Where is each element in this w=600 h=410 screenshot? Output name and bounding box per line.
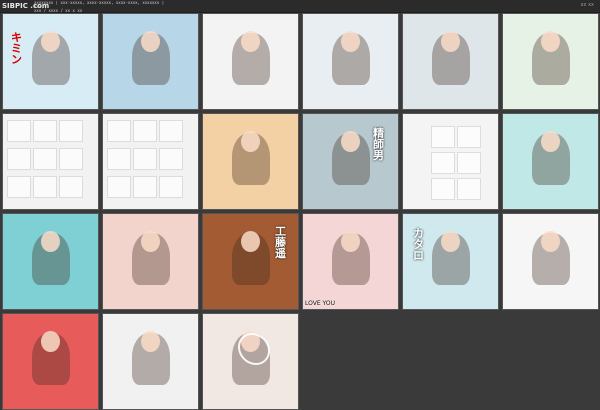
collage-tile [457, 126, 481, 148]
thumbnail-7[interactable] [2, 113, 99, 210]
person-face [541, 131, 560, 152]
collage-tile [33, 120, 57, 142]
collage-tile [7, 120, 31, 142]
thumbnail-20[interactable] [102, 313, 199, 410]
collage-tile [59, 148, 83, 170]
collage-tile [159, 176, 183, 198]
collage-tile [107, 176, 131, 198]
collage-tile [33, 148, 57, 170]
collage-tile [159, 120, 183, 142]
collage-tile [107, 120, 131, 142]
thumbnail-14[interactable] [102, 213, 199, 310]
person-face [41, 31, 60, 52]
person-face [341, 31, 360, 52]
collage-tile [431, 178, 455, 200]
person-face [441, 231, 460, 252]
person-face [241, 31, 260, 52]
collage-tile [431, 126, 455, 148]
thumbnail-2[interactable] [102, 13, 199, 110]
top-bar: SIBPIC .com xxxxxxxx [ xxx-xxxxx, xxxx-x… [0, 0, 600, 13]
thumbnail-5[interactable] [402, 13, 499, 110]
thumbnail-1[interactable]: キミン [2, 13, 99, 110]
thumbnail-10[interactable]: 精師男 [302, 113, 399, 210]
thumbnail-21[interactable] [202, 313, 299, 410]
thumbnail-12[interactable] [502, 113, 599, 210]
thumbnail-11[interactable] [402, 113, 499, 210]
thumbnail-3[interactable] [202, 13, 299, 110]
person-face [441, 31, 460, 52]
collage-tile [133, 176, 157, 198]
thumbnail-18[interactable] [502, 213, 599, 310]
collage-tile [59, 176, 83, 198]
collage-tile [159, 148, 183, 170]
person-face [241, 131, 260, 152]
person-face [241, 231, 260, 252]
thumbnail-16[interactable]: LOVE YOU [302, 213, 399, 310]
magazine-vertical-text: カタロ [413, 227, 424, 262]
magazine-vertical-text: 工藤遥 [275, 225, 286, 260]
person-face [41, 231, 60, 252]
thumbnail-8[interactable] [102, 113, 199, 210]
collage-tile [133, 148, 157, 170]
collage-tile [59, 120, 83, 142]
collage-tile [7, 176, 31, 198]
person-face [141, 231, 160, 252]
person-face [341, 131, 360, 152]
collage-tile [107, 148, 131, 170]
collage-tile [457, 178, 481, 200]
thumbnail-grid: キミン 精 師 男 工 藤 遥 LOVE YOU カ タ ロ [2, 13, 599, 410]
collage-tile [7, 148, 31, 170]
header-info: xxxxxxxx [ xxx-xxxxx, xxxx-xxxxx, xxxx-x… [34, 1, 504, 13]
person-face [141, 331, 160, 352]
thumbnail-17[interactable]: カタロ [402, 213, 499, 310]
thumbnail-caption: LOVE YOU [305, 300, 335, 307]
person-face [341, 231, 360, 252]
person-face [141, 31, 160, 52]
thumbnail-9[interactable] [202, 113, 299, 210]
thumbnail-6[interactable] [502, 13, 599, 110]
magazine-vertical-text: 精師男 [373, 127, 384, 162]
thumbnail-19[interactable] [2, 313, 99, 410]
collage-tile [431, 152, 455, 174]
collage-tile [457, 152, 481, 174]
person-face [541, 31, 560, 52]
thumbnail-4[interactable] [302, 13, 399, 110]
thumbnail-15[interactable]: 工藤遥 [202, 213, 299, 310]
thumbnail-13[interactable] [2, 213, 99, 310]
person-face [541, 231, 560, 252]
person-face [41, 331, 60, 352]
collage-tile [133, 120, 157, 142]
collage-tile [33, 176, 57, 198]
right-tag: xx xx [580, 2, 594, 8]
magazine-cover-text: キミン [11, 31, 22, 66]
